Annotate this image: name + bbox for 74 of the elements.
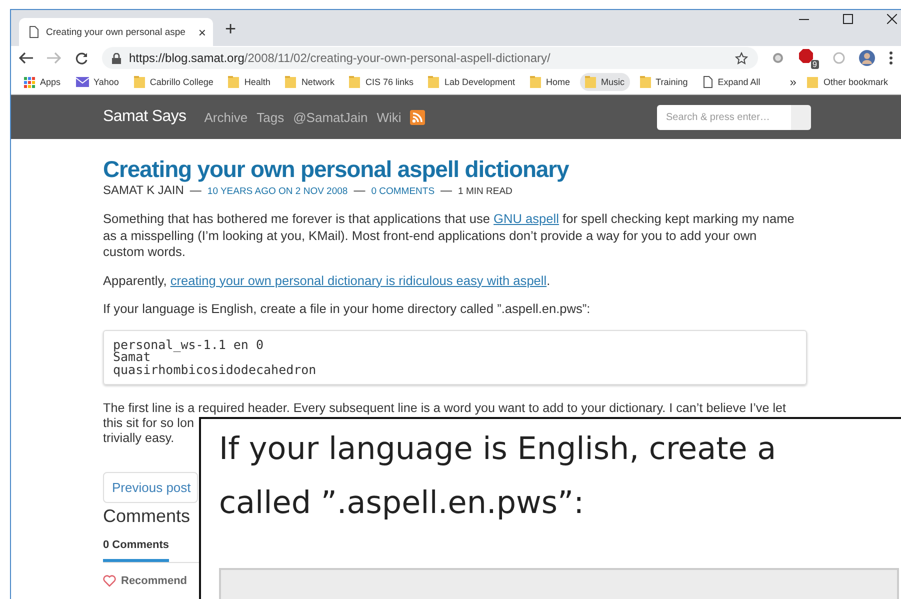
nav-link[interactable]: Tags: [256, 110, 284, 124]
rss-icon[interactable]: [410, 110, 426, 124]
more-bookmarks-button[interactable]: »: [784, 75, 802, 89]
envelope-icon: [76, 77, 89, 87]
paragraph-line: this sit for so lon: [103, 416, 195, 431]
recommend-button[interactable]: Recommend: [103, 575, 188, 587]
nav-link[interactable]: Archive: [204, 110, 248, 124]
close-tab-button[interactable]: ×: [198, 24, 206, 40]
page-icon: [29, 26, 39, 38]
heart-icon: [103, 575, 116, 587]
text-link[interactable]: GNU aspell: [494, 211, 559, 226]
nav-link[interactable]: Wiki: [376, 110, 402, 124]
search-field[interactable]: Search & press enter…: [657, 104, 791, 130]
article-title[interactable]: Creating your own personal aspell dictionary: [103, 155, 807, 183]
paragraph: Something that has bothered me forever is that applications that use GNU aspell for spell checking kept marking my name as a misspelling (I’m looking at you, KMail). Most front-end applications don’t provide a way for you to add your own custom words.: [103, 211, 795, 260]
folder-icon: [228, 76, 240, 88]
reload-icon[interactable]: [75, 52, 88, 64]
meta-link[interactable]: 10 YEARS AGO ON 2 NOV 2008: [207, 186, 348, 197]
folder-icon: [285, 76, 296, 88]
magnified-text: called ”.aspell.en.pws”:: [219, 484, 584, 523]
search-button[interactable]: [791, 104, 811, 130]
bookmark-item[interactable]: CIS 76 links: [344, 73, 418, 91]
new-tab-button[interactable]: +: [213, 19, 248, 46]
maximize-icon[interactable]: [843, 14, 853, 24]
bookmark-item[interactable]: Home: [525, 73, 576, 91]
bookmark-item[interactable]: Music: [580, 73, 630, 91]
bookmark-item[interactable]: Expand All: [698, 73, 766, 91]
paragraph: Apparently, creating your own personal dictionary is ridiculous easy with aspell.: [103, 272, 552, 289]
bookmark-item[interactable]: Network: [280, 73, 340, 91]
comments-heading: Comments: [103, 506, 190, 527]
extension-icon[interactable]: [772, 52, 784, 64]
author-name: SAMAT K JAIN: [103, 183, 184, 197]
separator: —: [354, 185, 366, 197]
comments-tab[interactable]: 0 Comments: [103, 539, 170, 562]
bookmark-item[interactable]: Apps: [19, 74, 66, 90]
read-time: 1 MIN READ: [458, 186, 512, 197]
folder-icon: [530, 76, 542, 88]
text-link[interactable]: creating your own personal dictionary is ridiculous easy with aspell: [170, 272, 547, 288]
bookmark-item[interactable]: Health: [223, 73, 276, 91]
bookmark-item[interactable]: Cabrillo College: [128, 73, 218, 91]
separator: —: [440, 185, 452, 197]
folder-icon: [134, 76, 145, 88]
menu-icon[interactable]: [889, 51, 893, 65]
url-text: https://blog.samat.org/2008/11/02/creating-your-own-personal-aspell-dictionary/: [129, 51, 552, 65]
folder-icon: [349, 76, 360, 88]
site-brand[interactable]: Samat Says: [103, 108, 186, 126]
paragraph-line: The first line is a required header. Every subsequent line is a word you want to add to your dictionary. I can’t believe I’ve let: [103, 401, 786, 416]
back-icon[interactable]: [19, 52, 33, 64]
apps-grid-icon: [24, 76, 35, 88]
page-icon: [702, 76, 713, 88]
code-block: personal_ws-1.1 en 0 Samat quasirhombicosidodecahedron: [103, 330, 807, 385]
paragraph-line: trivially easy.: [103, 431, 176, 446]
separator: —: [190, 185, 202, 197]
folder-icon: [585, 76, 596, 88]
lock-icon: [112, 52, 121, 64]
bookmark-item[interactable]: Lab Development: [423, 73, 520, 91]
other-bookmarks-item[interactable]: Other bookmark: [802, 73, 893, 91]
tab-title: Creating your own personal aspe: [46, 26, 186, 38]
nav-link[interactable]: @SamatJain: [293, 110, 368, 124]
folder-icon: [640, 76, 651, 88]
magnified-text: If your language is English, create a: [219, 430, 776, 469]
folder-icon: [807, 76, 818, 88]
bookmark-item[interactable]: Yahoo: [70, 74, 124, 90]
meta-link[interactable]: 0 COMMENTS: [371, 186, 435, 197]
previous-post-button[interactable]: Previous post: [103, 472, 198, 503]
address-bar[interactable]: https://blog.samat.org/2008/11/02/creating-your-own-personal-aspell-dictionary/: [102, 47, 758, 69]
folder-icon: [428, 76, 440, 88]
bookmark-item[interactable]: Training: [634, 73, 693, 91]
extension-badge: 9: [810, 60, 819, 68]
paragraph: If your language is English, create a file in your home directory called ”.aspell.en.pws”:: [103, 301, 592, 318]
close-icon[interactable]: [887, 14, 897, 24]
star-icon[interactable]: [735, 52, 748, 64]
avatar-icon[interactable]: [859, 50, 875, 66]
browser-tab[interactable]: Creating your own personal aspe ×: [19, 18, 214, 46]
